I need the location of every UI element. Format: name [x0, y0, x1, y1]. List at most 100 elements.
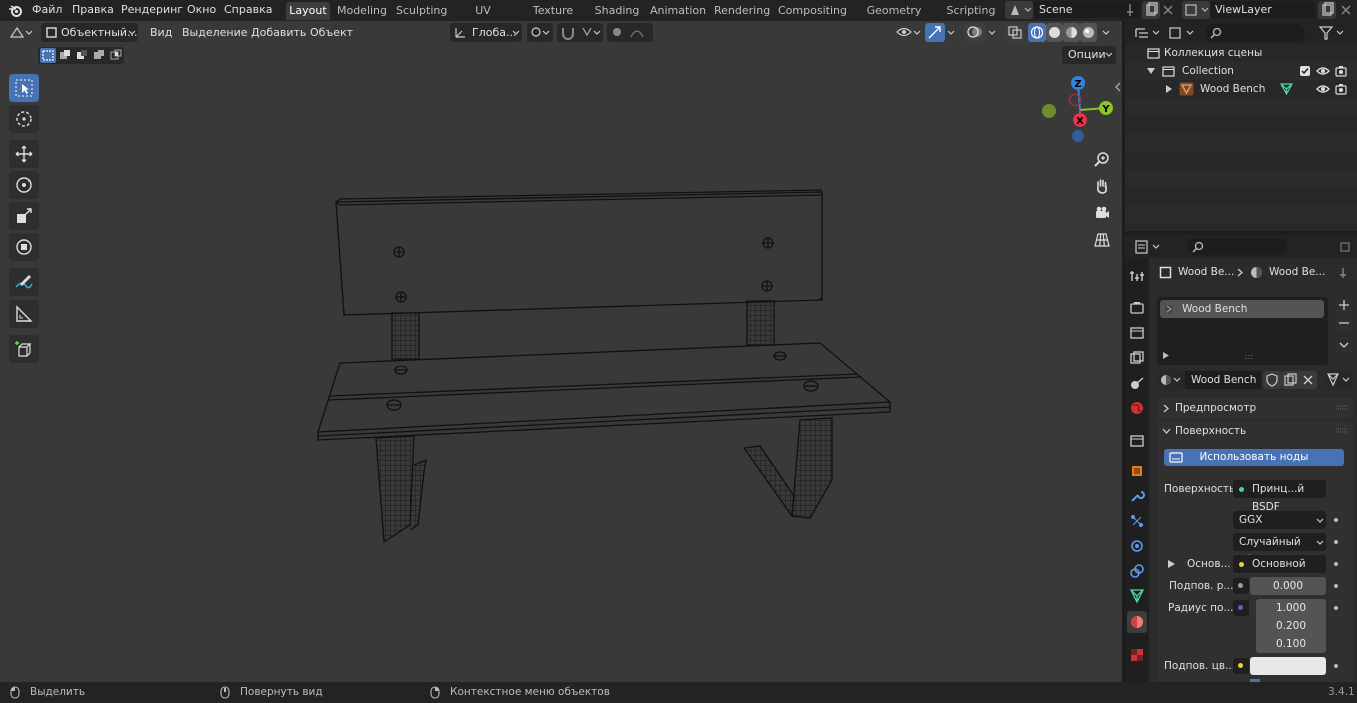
radius-x-field[interactable]: 1.000	[1256, 599, 1326, 617]
transform-orientation-dropdown[interactable]: Глоба...	[450, 23, 522, 42]
texture-tab-icon[interactable]	[1129, 647, 1145, 663]
constraints-tab-icon[interactable]	[1129, 563, 1145, 579]
new-scene-button[interactable]	[1142, 1, 1160, 19]
menu-file[interactable]: Файл	[32, 2, 62, 18]
chevron-down-icon[interactable]	[988, 30, 996, 36]
view-layer-name-field[interactable]: ViewLayer	[1210, 1, 1315, 18]
outliner-row-wood-bench[interactable]: Wood Bench	[1125, 80, 1357, 98]
keyframe-dot[interactable]	[1334, 664, 1338, 668]
resize-handle-icon[interactable]	[1245, 354, 1255, 360]
use-nodes-button[interactable]: Использовать ноды	[1164, 449, 1344, 466]
material-tab-active[interactable]	[1127, 611, 1147, 633]
menu-add[interactable]: Добавить	[251, 25, 306, 41]
subsurface-value-field[interactable]: 0.000	[1250, 577, 1326, 595]
keyframe-dot[interactable]	[1334, 518, 1338, 522]
output-tab-icon[interactable]	[1129, 325, 1145, 341]
properties-search-input[interactable]	[1187, 238, 1287, 255]
tool-add-cube[interactable]	[9, 335, 39, 363]
tab-layout[interactable]: Layout	[286, 2, 330, 20]
keyframe-dot[interactable]	[1334, 562, 1338, 566]
shading-solid-button[interactable]	[1046, 23, 1063, 42]
outliner-search-input[interactable]	[1205, 24, 1305, 42]
modifier-tab-icon[interactable]	[1129, 488, 1145, 504]
base-color-field[interactable]: Основной цвет	[1233, 555, 1326, 588]
preview-panel-header[interactable]: Предпросмотр	[1157, 398, 1353, 418]
navigation-gizmo[interactable]: Z Y X	[1036, 72, 1116, 144]
expand-arrow-icon[interactable]	[1166, 85, 1172, 93]
chevron-down-icon[interactable]	[1102, 30, 1110, 36]
close-icon[interactable]	[1162, 4, 1174, 16]
sidebar-toggle-icon[interactable]	[1114, 82, 1122, 92]
properties-editor-type-button[interactable]	[1133, 238, 1163, 256]
close-icon[interactable]	[1340, 4, 1352, 16]
pivot-point-dropdown[interactable]	[527, 23, 553, 42]
material-slot-item[interactable]: Wood Bench	[1160, 300, 1324, 318]
shading-material-button[interactable]	[1063, 23, 1080, 42]
link-type-dropdown[interactable]	[1325, 371, 1353, 389]
eye-icon[interactable]	[1316, 66, 1330, 76]
tool-transform[interactable]	[9, 233, 39, 261]
xray-toggle[interactable]	[1005, 23, 1025, 42]
tool-tab-icon[interactable]	[1129, 268, 1145, 284]
world-tab-icon[interactable]	[1129, 400, 1145, 416]
tab-shading[interactable]: Shading	[594, 2, 640, 20]
radius-socket-button[interactable]	[1233, 600, 1249, 616]
new-view-layer-button[interactable]	[1318, 1, 1336, 19]
checkbox-checked-icon[interactable]	[1300, 66, 1310, 76]
select-mode-extend-button[interactable]	[57, 48, 73, 63]
view-layer-tab-icon[interactable]	[1129, 350, 1145, 366]
chevron-down-icon[interactable]	[947, 30, 955, 36]
outliner-editor-type-button[interactable]	[1133, 24, 1163, 42]
subsurface-color-socket-button[interactable]	[1233, 658, 1249, 674]
mode-dropdown[interactable]: Объектный...	[41, 23, 138, 42]
select-mode-invert-button[interactable]	[91, 48, 107, 63]
tab-sculpting[interactable]: Sculpting	[396, 2, 447, 20]
tool-cursor[interactable]	[9, 105, 39, 133]
zoom-button[interactable]	[1090, 147, 1114, 171]
expand-arrow-icon[interactable]	[1147, 68, 1155, 74]
shading-wireframe-button[interactable]	[1028, 23, 1046, 42]
tool-annotate[interactable]	[9, 268, 39, 296]
tab-animation[interactable]: Animation	[650, 2, 706, 20]
outliner-row-collection[interactable]: Collection	[1125, 62, 1357, 80]
options-dropdown[interactable]: Опции	[1062, 46, 1116, 64]
drag-handle-icon[interactable]	[1335, 428, 1349, 434]
select-mode-set-button[interactable]	[40, 48, 56, 63]
subsurface-method-dropdown[interactable]: Случайный об...	[1233, 533, 1326, 566]
outliner-row-scene-collection[interactable]: Коллекция сцены	[1125, 44, 1357, 62]
camera-render-icon[interactable]	[1335, 83, 1347, 95]
tab-modeling[interactable]: Modeling	[336, 2, 388, 20]
subsurface-color-swatch[interactable]	[1250, 657, 1326, 675]
surface-shader-field[interactable]: Принц...й BSDF	[1233, 480, 1326, 513]
tool-select-box[interactable]	[9, 74, 39, 102]
tab-uv-editing[interactable]: UV Editing	[455, 2, 511, 35]
browse-material-button[interactable]	[1157, 371, 1185, 389]
add-material-slot-button[interactable]	[1335, 297, 1353, 313]
radius-y-field[interactable]: 0.200	[1256, 617, 1326, 635]
remove-material-slot-button[interactable]	[1335, 315, 1353, 331]
expand-arrow-icon[interactable]	[1163, 352, 1169, 359]
menu-window[interactable]: Окно	[187, 2, 216, 18]
camera-render-icon[interactable]	[1335, 65, 1347, 77]
distribution-dropdown[interactable]: GGX	[1233, 511, 1326, 529]
menu-view[interactable]: Вид	[150, 25, 172, 41]
collection-tab-icon[interactable]	[1129, 433, 1145, 449]
duplicate-material-button[interactable]	[1281, 371, 1299, 389]
mesh-data-icon[interactable]	[1280, 83, 1293, 95]
display-mode-button[interactable]	[1167, 24, 1197, 42]
keyframe-dot[interactable]	[1334, 540, 1338, 544]
view-layer-selector-button[interactable]	[1182, 1, 1210, 19]
object-tab-icon[interactable]	[1129, 463, 1145, 479]
scene-tab-icon[interactable]	[1129, 375, 1145, 391]
keyframe-dot[interactable]	[1334, 584, 1338, 588]
tab-texture-paint[interactable]: Texture Paint	[520, 2, 586, 35]
menu-edit[interactable]: Правка	[72, 2, 114, 18]
subsurface-socket-button[interactable]	[1233, 578, 1249, 594]
gizmo-neg-y[interactable]	[1042, 104, 1056, 118]
tool-rotate[interactable]	[9, 171, 39, 199]
gizmo-neg-z[interactable]	[1072, 130, 1084, 142]
tool-measure[interactable]	[9, 300, 39, 328]
surface-panel-header[interactable]: Поверхность	[1157, 421, 1353, 441]
tool-scale[interactable]	[9, 202, 39, 230]
keyframe-dot[interactable]	[1334, 606, 1338, 610]
